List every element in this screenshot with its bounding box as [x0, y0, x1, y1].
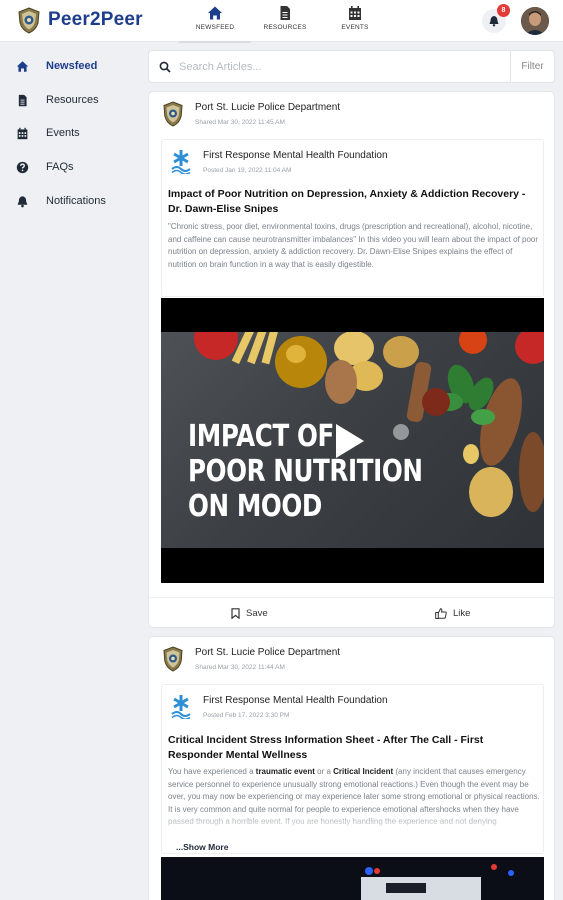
user-photo-icon: [521, 7, 549, 35]
emergency-vehicle-image: [161, 857, 544, 900]
org-name[interactable]: First Response Mental Health Foundation: [203, 695, 388, 706]
excerpt-text: You have experienced a: [168, 767, 256, 776]
home-icon: [16, 60, 29, 72]
topnav-resources[interactable]: RESOURCES: [255, 5, 315, 31]
like-button[interactable]: Like: [435, 598, 471, 627]
excerpt-emphasis: traumatic event: [255, 767, 315, 776]
post-author[interactable]: Port St. Lucie Police Department: [195, 647, 340, 658]
excerpt-text: or a: [314, 767, 334, 776]
post-shared-time: Shared Mar 30, 2022 11:44 AM: [195, 664, 285, 671]
topnav-label: RESOURCES: [263, 24, 307, 31]
search-input[interactable]: [179, 58, 499, 76]
article-preview[interactable]: First Response Mental Health Foundation …: [161, 139, 544, 297]
search-bar: Filter: [148, 50, 555, 83]
excerpt-emphasis: Critical Incident: [333, 767, 394, 776]
post-author[interactable]: Port St. Lucie Police Department: [195, 102, 340, 113]
thumbs-up-icon: [435, 607, 447, 619]
article-posted-time: Posted Feb 17, 2022 3:30 PM: [203, 712, 290, 719]
video-player[interactable]: IMPACT OF POOR NUTRITION ON MOOD: [161, 298, 544, 583]
sidebar-item-label: Newsfeed: [46, 60, 98, 72]
bell-icon: [17, 195, 28, 207]
sidebar-item-label: FAQs: [46, 161, 74, 173]
topnav-events[interactable]: EVENTS: [325, 5, 385, 31]
calendar-icon: [17, 127, 28, 139]
post-shared-time: Shared Mar 30, 2022 11:45 AM: [195, 119, 285, 126]
search-icon: [159, 61, 171, 73]
app-title[interactable]: Peer2Peer: [48, 9, 143, 31]
article-title[interactable]: Impact of Poor Nutrition on Depression, …: [168, 187, 540, 217]
article-posted-time: Posted Jan 19, 2022 11:04 AM: [203, 167, 292, 174]
top-app-bar: Peer2Peer NEWSFEED RESOURCES EVENTS 8: [0, 0, 563, 43]
org-header: First Response Mental Health Foundation …: [170, 693, 530, 723]
topnav-label: NEWSFEED: [195, 24, 235, 31]
like-label: Like: [453, 607, 471, 619]
play-icon[interactable]: [336, 424, 364, 458]
sidebar-item-label: Resources: [46, 94, 99, 106]
post-header: Port St. Lucie Police Department Shared …: [162, 646, 542, 676]
question-circle-icon: [16, 161, 29, 173]
sidebar-item-newsfeed[interactable]: Newsfeed: [16, 56, 141, 76]
sidebar-item-notifications[interactable]: Notifications: [16, 191, 141, 211]
home-icon: [208, 6, 222, 20]
bell-icon: [489, 16, 499, 27]
sidebar: Newsfeed Resources Events FAQs Notificat…: [0, 42, 147, 900]
star-of-life-logo-icon: [171, 695, 191, 719]
calendar-icon: [349, 6, 361, 20]
save-button[interactable]: Save: [231, 598, 268, 627]
save-label: Save: [246, 607, 268, 619]
article-image[interactable]: [161, 857, 544, 900]
sidebar-item-resources[interactable]: Resources: [16, 90, 141, 110]
video-thumbnail: IMPACT OF POOR NUTRITION ON MOOD: [161, 332, 544, 548]
post-card: Port St. Lucie Police Department Shared …: [148, 91, 555, 628]
sidebar-item-label: Events: [46, 127, 80, 139]
police-badge-logo-icon: [18, 7, 40, 34]
bookmark-icon: [231, 607, 240, 619]
police-badge-icon: [163, 646, 183, 672]
sidebar-item-faqs[interactable]: FAQs: [16, 157, 141, 177]
video-thumbnail-title: IMPACT OF POOR NUTRITION ON MOOD: [188, 419, 423, 524]
post-actions: Save Like: [149, 597, 554, 627]
sidebar-item-label: Notifications: [46, 195, 106, 207]
show-more-link[interactable]: ...Show More: [176, 842, 228, 852]
article-excerpt: "Chronic stress, poor diet, environmenta…: [168, 222, 539, 269]
org-name[interactable]: First Response Mental Health Foundation: [203, 150, 388, 161]
excerpt-fade: [162, 810, 543, 840]
topnav-label: EVENTS: [341, 24, 369, 31]
filter-button[interactable]: Filter: [510, 51, 554, 82]
article-preview[interactable]: First Response Mental Health Foundation …: [161, 684, 544, 854]
topnav-newsfeed[interactable]: NEWSFEED: [179, 5, 251, 43]
post-card: Port St. Lucie Police Department Shared …: [148, 636, 555, 900]
notification-count-badge: 8: [497, 4, 510, 17]
org-header: First Response Mental Health Foundation …: [170, 148, 530, 178]
post-header: Port St. Lucie Police Department Shared …: [162, 101, 542, 131]
article-title[interactable]: Critical Incident Stress Information She…: [168, 733, 540, 763]
police-badge-icon: [163, 101, 183, 127]
sidebar-item-events[interactable]: Events: [16, 123, 141, 143]
star-of-life-logo-icon: [171, 150, 191, 174]
document-icon: [18, 94, 27, 106]
document-icon: [280, 6, 290, 20]
avatar[interactable]: [521, 7, 549, 35]
